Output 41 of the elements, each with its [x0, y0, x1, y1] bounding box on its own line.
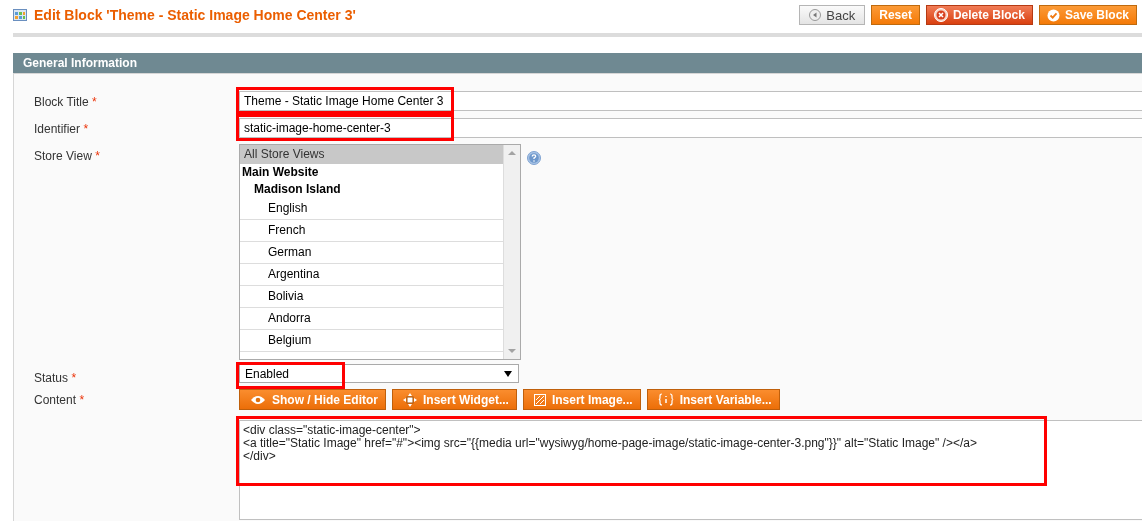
list-option[interactable]: English [240, 198, 503, 220]
scroll-up-icon[interactable] [508, 151, 516, 155]
eye-icon [250, 394, 266, 405]
store-view-list[interactable]: All Store Views Main Website Madison Island English French German Argentina Bolivia Andorra Belgium [239, 144, 521, 360]
field-label: Identifier [34, 122, 81, 136]
content-field[interactable]: <div class="static-image-center"> <a title="Static Image" href="#"><img src="{{media url="wysiwyg/home-page-image/static-image-center-3.png"}}" alt="Static Image" /></a> </div> [239, 420, 1142, 520]
group-label: Main Website [241, 164, 320, 180]
list-option[interactable]: German [240, 242, 503, 264]
required-mark: * [83, 122, 89, 136]
group-label: Madison Island [253, 181, 342, 198]
image-icon [533, 393, 546, 406]
field-label: Content [34, 393, 77, 407]
braces-icon [657, 393, 674, 406]
list-option[interactable]: French [240, 220, 503, 242]
section-header: General Information [13, 53, 1142, 74]
title-field[interactable]: Theme - Static Image Home Center 3 [239, 91, 1142, 111]
scroll-down-icon[interactable] [508, 349, 516, 353]
grid-icon [13, 9, 27, 21]
list-option[interactable]: Belgium [240, 330, 503, 352]
field-label: Store View [34, 149, 92, 163]
required-mark: * [71, 371, 77, 385]
close-icon [933, 8, 948, 22]
field-label: Block Title [34, 95, 89, 109]
checkmark-icon [1046, 8, 1060, 22]
list-option[interactable]: Bolivia [240, 286, 503, 308]
field-label: Status [34, 371, 69, 385]
help-icon[interactable] [527, 151, 541, 165]
required-mark: * [92, 95, 97, 109]
delete-button[interactable]: Delete Block [925, 5, 1033, 25]
identifier-field[interactable]: static-image-home-center-3 [239, 118, 1142, 138]
list-option[interactable]: Argentina [240, 264, 503, 286]
required-mark: * [79, 393, 85, 407]
move-arrows-icon [403, 392, 417, 407]
status-select[interactable]: Enabled [239, 364, 519, 383]
scrollbar[interactable] [503, 145, 520, 359]
required-mark: * [95, 149, 100, 163]
list-option[interactable]: All Store Views [240, 145, 503, 164]
back-button[interactable]: Back [799, 5, 866, 25]
dropdown-arrow-icon [504, 370, 512, 377]
list-option[interactable]: Andorra [240, 308, 503, 330]
page-title: Edit Block 'Theme - Static Image Home Center 3' [34, 7, 356, 23]
